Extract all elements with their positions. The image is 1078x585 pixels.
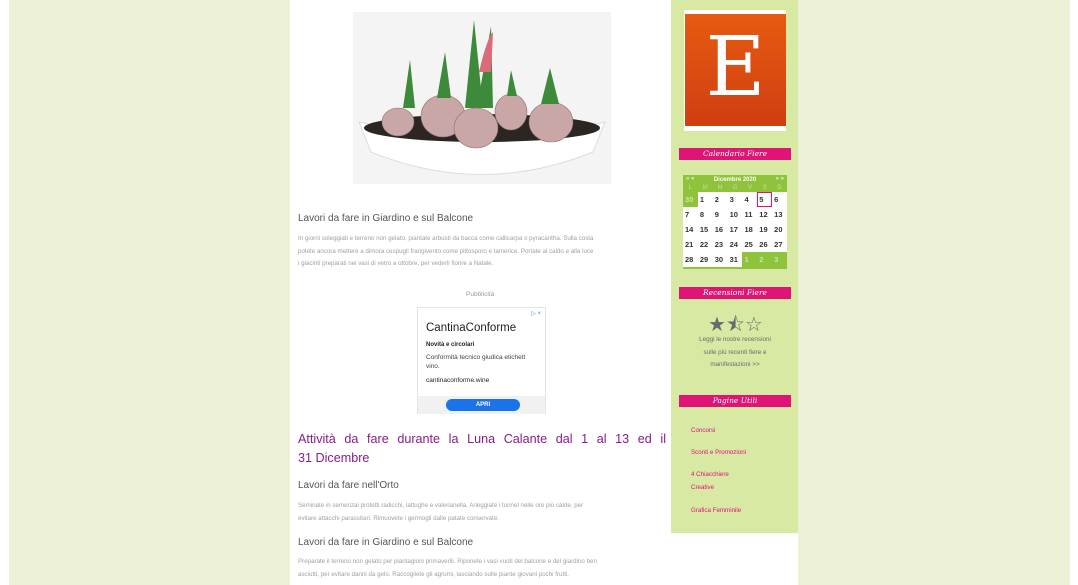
ad-description: Conformità tecnico giudica etichett vino… [426,354,546,371]
calendar-weekday: L [688,185,693,191]
text-line: asciutti, per evitare danni da gelo. Rac… [298,570,570,578]
calendar-day[interactable]: 8 [697,207,713,222]
calendar-day[interactable]: 16 [712,222,728,237]
calendar-day[interactable]: 21 [683,237,698,252]
calendar-day[interactable]: 3 [727,192,743,207]
calendar-day[interactable]: 25 [742,237,758,252]
section-heading-orto: Lavori da fare nell'Orto [298,480,399,491]
text-line: Seminate in semenzai protetti radicchi, … [298,502,584,509]
calendar-day[interactable]: 18 [742,222,758,237]
calendar-weekday: S [762,185,767,191]
calendar-day-today[interactable]: 5 [757,192,773,207]
calendar-day[interactable]: 2 [757,252,773,267]
hyacinth-bulbs-image [353,12,611,184]
link-sconti-promozioni[interactable]: Sconti e Promozioni [691,447,775,459]
calendar-day[interactable]: 14 [683,222,698,237]
calendar-day[interactable]: 19 [757,222,773,237]
pages-heading: Pagine Utili [679,395,791,407]
calendar-day[interactable]: 1 [742,252,758,267]
reviews-text-line: Leggi le nostre recensioni [699,336,771,343]
calendar-day[interactable]: 10 [727,207,743,222]
link-concorsi[interactable]: Concorsi [691,425,775,437]
calendar-day[interactable]: 24 [727,237,743,252]
calendar-day[interactable]: 13 [772,207,788,222]
calendar-week-row: 21 22 23 24 25 26 27 [683,237,788,252]
calendar-weekday: V [747,185,752,191]
section-heading-giardino: Lavori da fare in Giardino e sul Balcone [298,213,474,224]
calendar-day[interactable]: 28 [683,252,698,267]
calendar-day[interactable]: 23 [712,237,728,252]
calendar-next-button[interactable]: » » [776,176,784,182]
ad-headline: Novità e circolari [426,342,475,348]
calendar-day[interactable]: 31 [727,252,743,267]
calendar-weekday: M [702,185,708,191]
section-text-giardino: In giorni soleggiati e terreno non gelat… [298,233,666,271]
reviews-link[interactable]: Leggi le nostre recensioni sulle più rec… [684,334,786,372]
ad-choices-icon[interactable]: ▷ × [531,310,541,317]
calendar-day[interactable]: 22 [697,237,713,252]
section-heading-giardino-2: Lavori da fare in Giardino e sul Balcone [298,537,474,548]
main-heading-line: Attività da fare durante la Luna Calante… [298,432,666,446]
ad-description-line: vino. [426,362,440,370]
main-heading-line: 31 Dicembre [298,451,370,465]
calendar-day[interactable]: 2 [712,192,728,207]
section-text-giardino-2: Preparate il terreno non gelato per pian… [298,556,666,581]
calendar-day[interactable]: 26 [757,237,773,252]
logo-tile: E [685,14,786,126]
ad-open-button[interactable]: APRI [446,399,520,411]
calendar-heading: Calendario Fiere [679,148,791,160]
link-grafica-femminile[interactable]: Grafica Femminile [691,505,775,517]
calendar-week-row: 28 29 30 31 1 2 3 [683,252,788,267]
logo-letter: E [705,20,766,115]
reviews-heading: Recensioni Fiere [679,287,791,299]
link-4-chiacchiere[interactable]: 4 Chiacchiere [691,469,775,481]
calendar-week-row: 7 8 9 10 11 12 13 [683,207,788,222]
sidebar-footer-space [671,533,798,585]
calendar-day[interactable]: 27 [772,237,788,252]
calendar-weekday: M [717,185,723,191]
calendar-day[interactable]: 29 [697,252,713,267]
calendar-day[interactable]: 15 [697,222,713,237]
section-text-orto: Seminate in semenzai protetti radicchi, … [298,500,666,525]
ad-label: Pubblicità [466,291,495,298]
calendar-widget: « « Dicembre 2020 » » LMMGVSD 30 1 2 3 4 5 6 7 8… [683,175,788,269]
reviews-text-line: sulle più recenti fiere e [703,348,767,356]
calendar-weekdays: LMMGVSD [683,184,787,192]
main-heading: Attività da fare durante la Luna Calante… [298,430,666,468]
calendar-day[interactable]: 30 [683,192,698,207]
ad-title[interactable]: CantinaConforme [426,322,516,334]
calendar-day[interactable]: 17 [727,222,743,237]
ad-url[interactable]: cantinaconforme.wine [426,377,489,384]
calendar-day[interactable]: 7 [683,207,698,222]
calendar-day[interactable]: 3 [772,252,788,267]
ad-banner[interactable]: ▷ × CantinaConforme Novità e circolari C… [417,307,546,414]
calendar-day[interactable]: 6 [772,192,788,207]
calendar-grid: 30 1 2 3 4 5 6 7 8 9 10 11 12 13 14 15 16 17 18 19 20 21 22 23 2… [683,192,788,267]
calendar-day[interactable]: 9 [712,207,728,222]
calendar-week-row: 30 1 2 3 4 5 6 [683,192,788,207]
calendar-week-row: 14 15 16 17 18 19 20 [683,222,788,237]
calendar-day[interactable]: 30 [712,252,728,267]
calendar-weekday: G [732,185,738,191]
link-creative[interactable]: Creative [691,482,775,494]
text-line: In giorni soleggiati e terreno non gelat… [298,235,594,242]
reviews-text-line: manifestazioni >> [710,361,760,368]
calendar-day[interactable]: 11 [742,207,758,222]
ad-description-line: Conformità tecnico giudica etichett [426,354,526,361]
text-line: i giacinti preparati nei vasi di vetro a… [298,260,494,267]
page-background-left [9,0,290,585]
text-line: evitare attacchi parassitari. Rimuovete … [298,514,499,522]
calendar-day[interactable]: 12 [757,207,773,222]
text-line: potete ancora mettere a dimora cespugli … [298,247,594,255]
page-background-right [798,0,1070,585]
calendar-weekday: D [777,185,782,191]
calendar-day[interactable]: 20 [772,222,788,237]
calendar-day[interactable]: 1 [697,192,713,207]
text-line: Preparate il terreno non gelato per pian… [298,558,597,565]
logo-badge[interactable]: E [684,10,786,131]
calendar-day[interactable]: 4 [742,192,758,207]
